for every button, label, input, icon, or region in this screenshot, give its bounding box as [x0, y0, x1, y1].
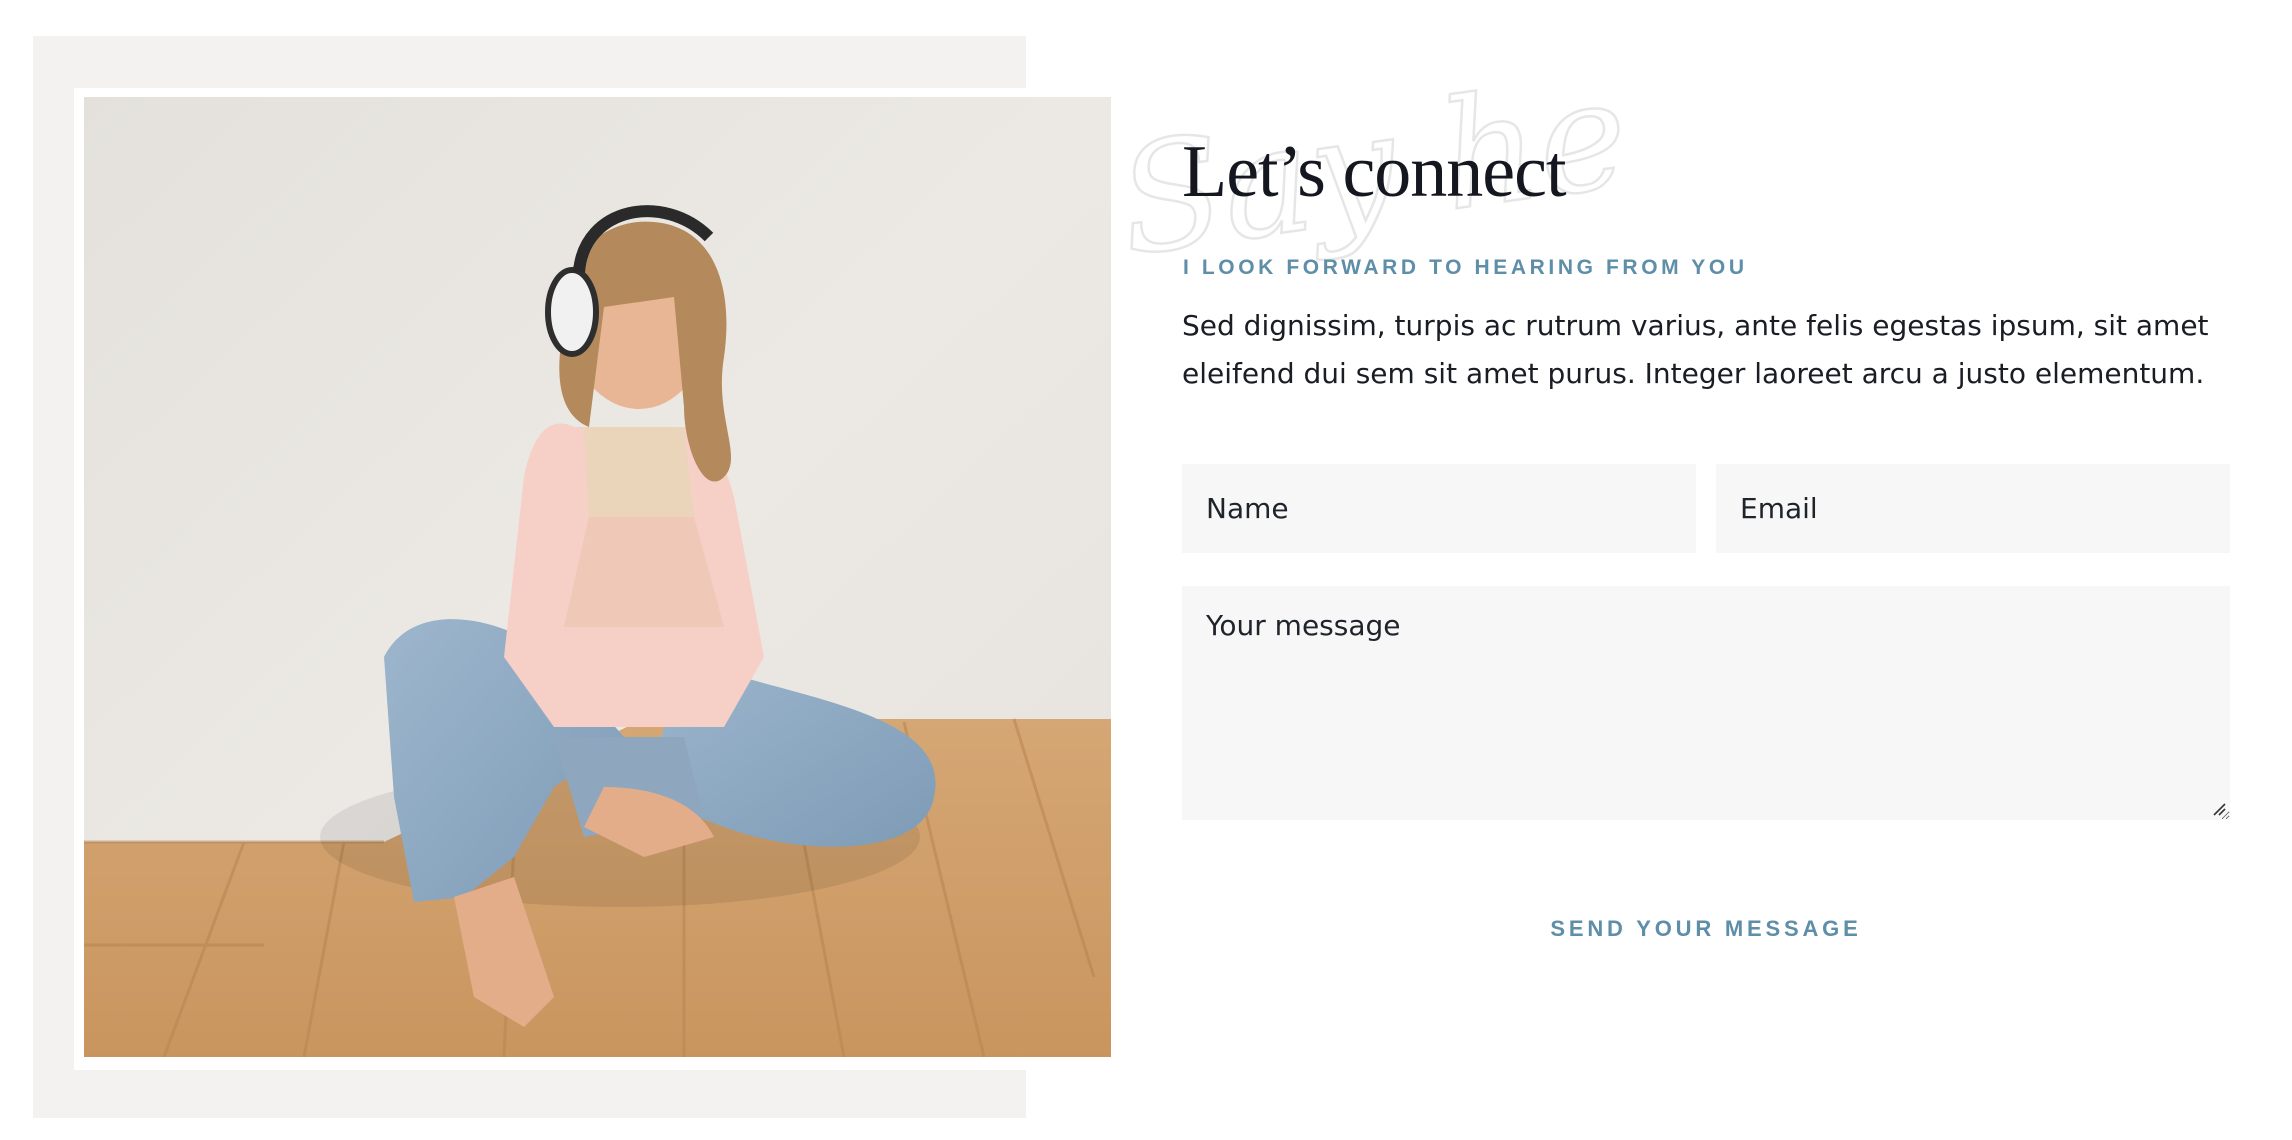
contact-photo-illustration — [84, 97, 1111, 1057]
contact-intro-paragraph: Sed dignissim, turpis ac rutrum varius, … — [1182, 309, 2209, 390]
resize-handle-icon[interactable] — [2212, 802, 2226, 816]
contact-subheading: I LOOK FORWARD TO HEARING FROM YOU — [1183, 256, 1748, 279]
email-field[interactable] — [1716, 464, 2230, 553]
page-title: Let’s connect — [1182, 131, 1567, 213]
send-message-button[interactable]: SEND YOUR MESSAGE — [1540, 904, 1872, 954]
contact-photo — [84, 97, 1111, 1057]
message-field[interactable] — [1182, 586, 2230, 820]
name-field[interactable] — [1182, 464, 1696, 553]
